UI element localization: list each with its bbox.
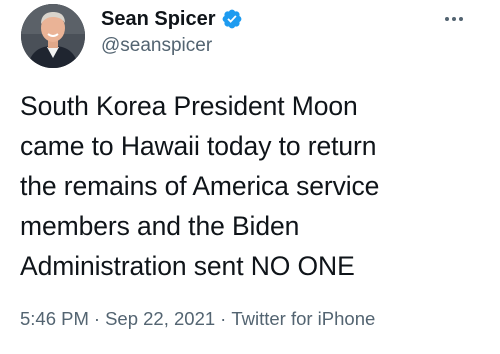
author-display-name[interactable]: Sean Spicer [101,8,216,31]
tweet-source[interactable]: Twitter for iPhone [231,308,375,329]
tweet-text: South Korea President Moon came to Hawai… [20,91,380,281]
tweet-card: Sean Spicer @seanspicer South Korea Pres… [0,0,500,354]
more-dot [445,17,449,21]
more-dot [452,17,456,21]
avatar-image [21,4,85,68]
tweet-metadata: 5:46 PM · Sep 22, 2021 · Twitter for iPhone [20,308,375,330]
author-handle[interactable]: @seanspicer [101,35,212,57]
avatar[interactable] [21,4,85,68]
separator: · [93,308,101,329]
author-name-row: Sean Spicer [101,6,243,32]
tweet-date[interactable]: Sep 22, 2021 [105,308,215,329]
separator: · [220,308,227,329]
more-options-icon[interactable] [440,10,468,28]
verified-badge-icon [222,9,241,29]
more-dot [459,17,463,21]
tweet-time[interactable]: 5:46 PM [20,308,89,329]
